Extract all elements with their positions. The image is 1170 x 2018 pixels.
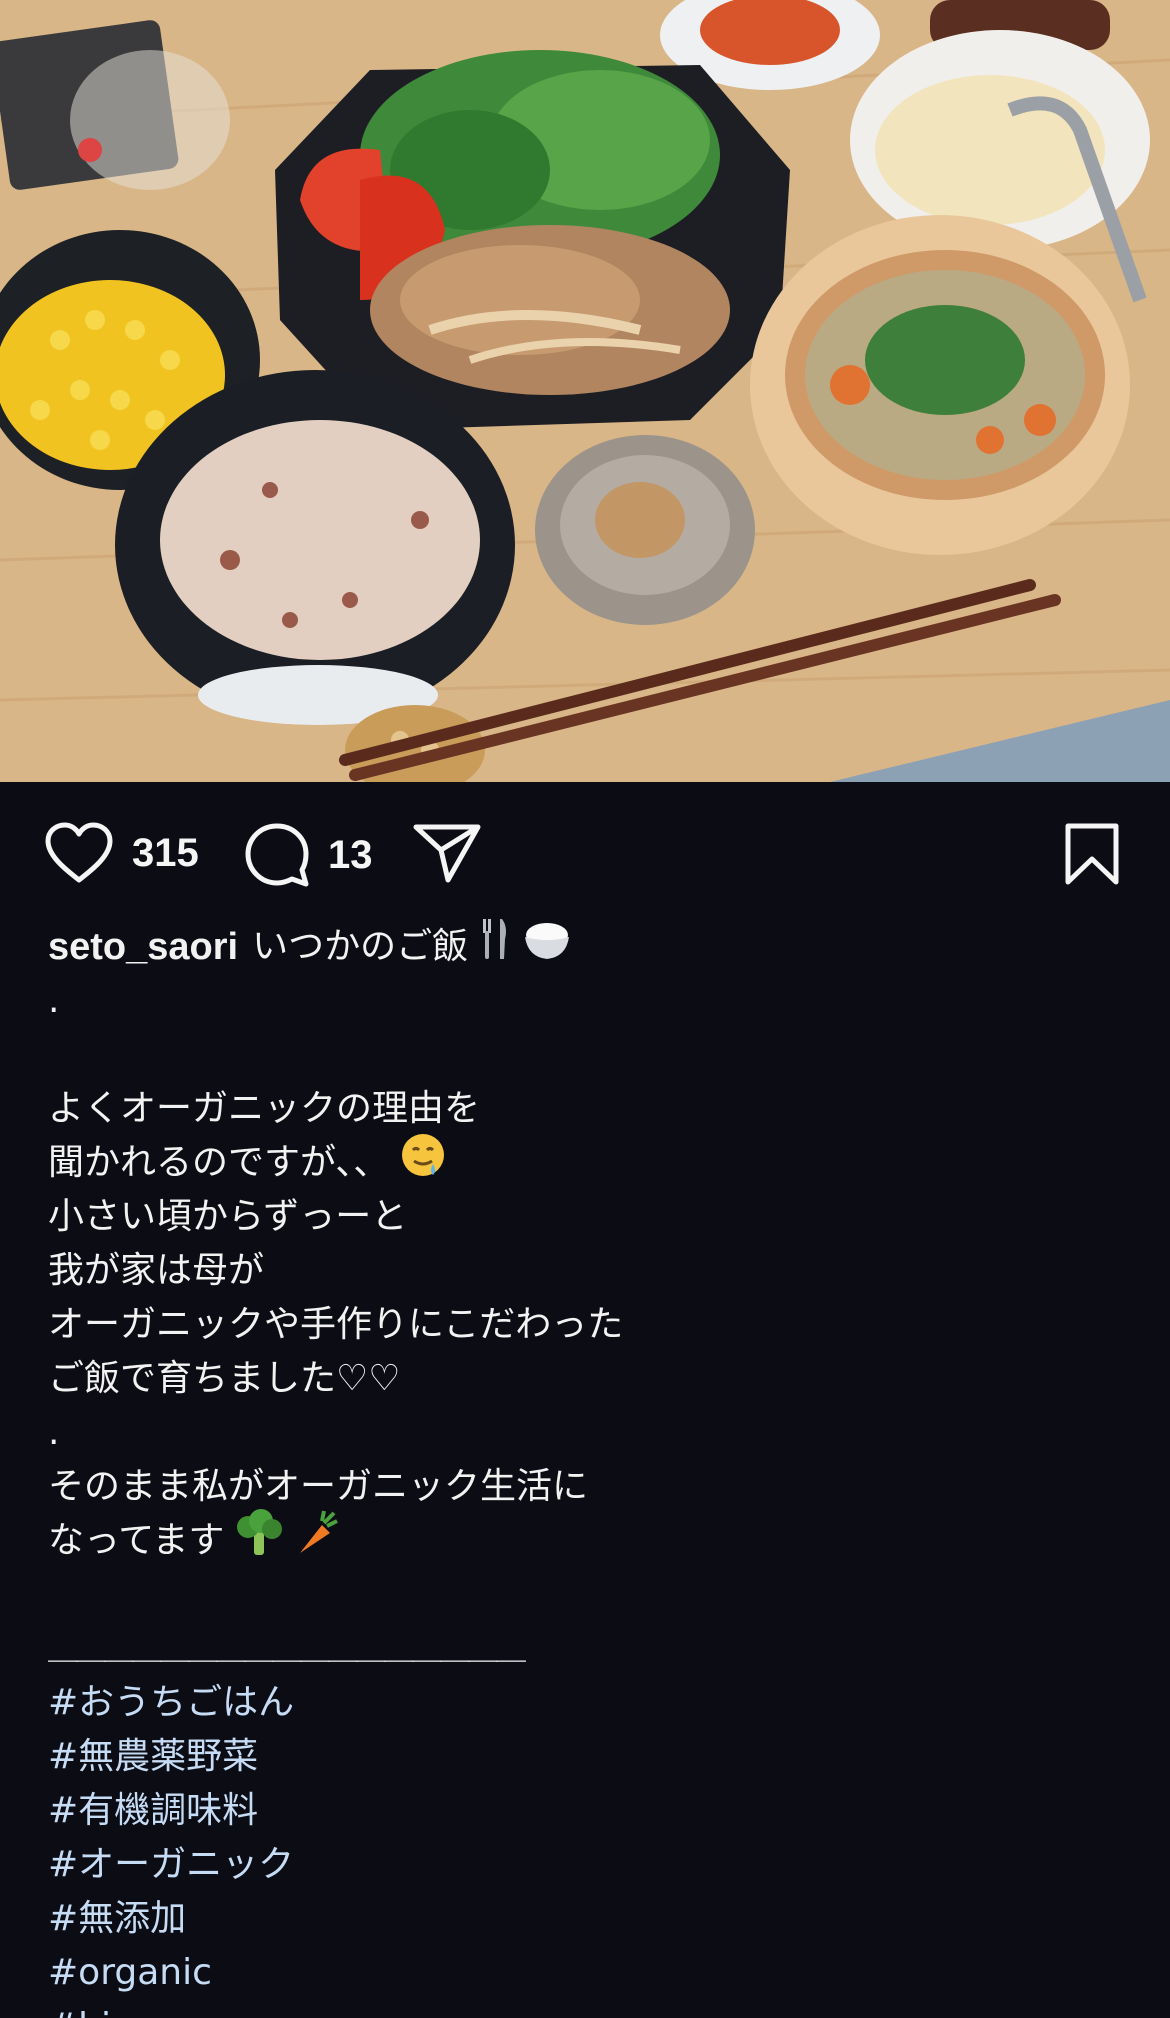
carrot-emoji xyxy=(294,1509,339,1573)
like-button[interactable]: 315 xyxy=(44,822,199,884)
caption-line: . xyxy=(48,980,60,1021)
bookmark-icon xyxy=(1065,823,1119,885)
broccoli-emoji xyxy=(234,1509,284,1573)
caption-line: よくオーガニックの理由を xyxy=(48,1088,481,1129)
caption-line: 我が家は母が xyxy=(48,1250,265,1291)
caption-line: ご飯で育ちました♡♡ xyxy=(48,1358,401,1399)
caption-line-text: 聞かれるのですが、、 xyxy=(48,1142,390,1183)
comment-button[interactable]: 13 xyxy=(244,822,373,888)
heart-icon xyxy=(45,822,113,883)
caption-line-text: なってます xyxy=(48,1520,225,1561)
comment-count[interactable]: 13 xyxy=(328,833,373,878)
caption-line: 小さい頃からずっーと xyxy=(48,1196,408,1237)
like-count[interactable]: 315 xyxy=(132,831,199,876)
caption-line-with-emoji: なってます xyxy=(48,1509,1128,1568)
paper-plane-icon xyxy=(413,824,481,883)
share-button[interactable] xyxy=(412,822,482,884)
hashtag[interactable]: #おうちごはん xyxy=(48,1676,1128,1730)
caption-line-with-emoji: 聞かれるのですが、、 xyxy=(48,1134,1128,1190)
bookmark-button[interactable] xyxy=(1062,822,1122,886)
hashtag[interactable]: #オーガニック xyxy=(48,1838,1128,1892)
caption-title: いつかのご飯 xyxy=(252,926,469,967)
comment-bubble-icon xyxy=(245,823,309,887)
caption-first-line: seto_saori いつかのご飯 xyxy=(48,917,1128,977)
divider-line: ＿＿＿＿＿＿＿＿＿＿＿＿＿＿＿＿＿ xyxy=(48,1631,526,1666)
hashtag[interactable]: #organic xyxy=(48,1946,1128,2000)
rice-bowl-emoji xyxy=(522,917,572,977)
caption-line: . xyxy=(48,1412,60,1453)
caption-line xyxy=(48,1028,1128,1082)
caption-line: そのまま私がオーガニック生活に xyxy=(48,1466,589,1507)
post-photo[interactable] xyxy=(0,0,1170,782)
fork-and-knife-emoji xyxy=(478,917,512,977)
hashtag[interactable]: #無農薬野菜 xyxy=(48,1730,1128,1784)
post-caption: seto_saori いつかのご飯 . よくオーガニックの理由を 聞かれるのです… xyxy=(48,917,1128,2018)
drooling-face-emoji xyxy=(399,1131,447,1195)
username[interactable]: seto_saori xyxy=(48,920,238,974)
caption-line: オーガニックや手作りにこだわった xyxy=(48,1304,624,1345)
hashtag[interactable]: #有機調味料 xyxy=(48,1784,1128,1838)
action-bar: 315 13 xyxy=(0,782,1170,922)
hashtag[interactable]: #無添加 xyxy=(48,1892,1128,1946)
hashtag[interactable]: #bio xyxy=(48,2000,1128,2018)
